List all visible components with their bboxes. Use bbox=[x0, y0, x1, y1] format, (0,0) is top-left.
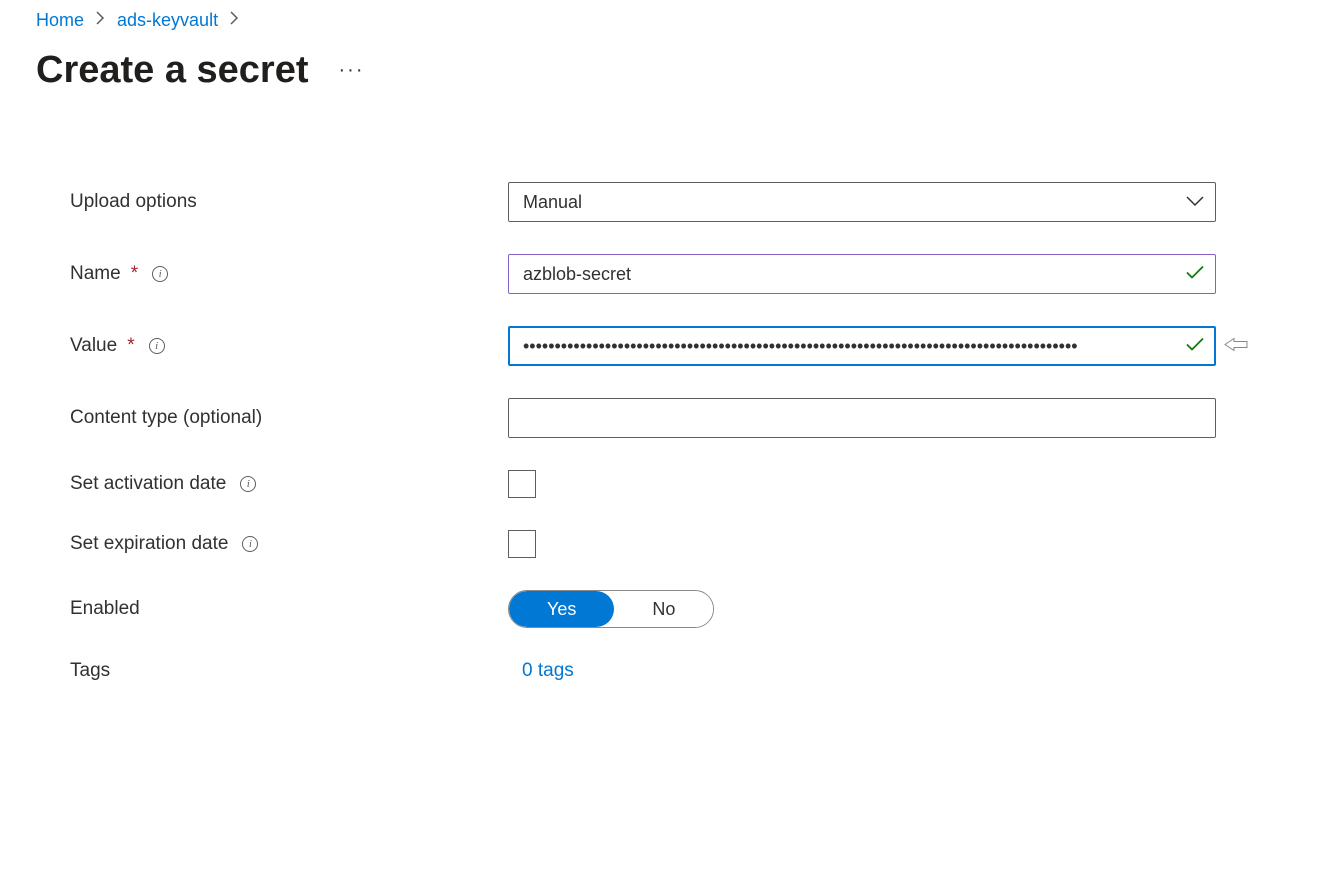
name-input[interactable] bbox=[508, 254, 1216, 294]
upload-options-control: Manual bbox=[508, 182, 1216, 222]
required-indicator: * bbox=[131, 263, 138, 285]
row-expiration: Set expiration date i bbox=[70, 530, 1256, 558]
tags-link[interactable]: 0 tags bbox=[508, 660, 574, 681]
required-indicator: * bbox=[127, 335, 134, 357]
row-name: Name * i bbox=[70, 254, 1256, 294]
row-tags: Tags 0 tags bbox=[70, 660, 1256, 682]
cursor-arrow-icon bbox=[1224, 336, 1248, 357]
label-upload-options: Upload options bbox=[70, 191, 508, 213]
enabled-no-button[interactable]: No bbox=[614, 591, 713, 627]
activation-control bbox=[508, 470, 536, 498]
row-activation: Set activation date i bbox=[70, 470, 1256, 498]
page-title-row: Create a secret ··· bbox=[36, 49, 1317, 92]
activation-checkbox[interactable] bbox=[508, 470, 536, 498]
chevron-right-icon bbox=[96, 11, 105, 30]
info-icon[interactable]: i bbox=[152, 266, 168, 282]
more-icon[interactable]: ··· bbox=[339, 59, 365, 82]
info-icon[interactable]: i bbox=[240, 476, 256, 492]
upload-options-value: Manual bbox=[523, 192, 582, 213]
row-upload-options: Upload options Manual bbox=[70, 182, 1256, 222]
label-tags: Tags bbox=[70, 660, 508, 682]
row-enabled: Enabled Yes No bbox=[70, 590, 1256, 628]
row-value: Value * i bbox=[70, 326, 1256, 366]
breadcrumb-home[interactable]: Home bbox=[36, 10, 84, 31]
info-icon[interactable]: i bbox=[149, 338, 165, 354]
info-icon[interactable]: i bbox=[242, 536, 258, 552]
upload-options-select[interactable]: Manual bbox=[508, 182, 1216, 222]
breadcrumb: Home ads-keyvault bbox=[36, 10, 1317, 31]
value-control bbox=[508, 326, 1216, 366]
label-value: Value * i bbox=[70, 335, 508, 357]
tags-control: 0 tags bbox=[508, 660, 574, 682]
label-name: Name * i bbox=[70, 263, 508, 285]
create-secret-form: Upload options Manual Name * i Value * i bbox=[36, 182, 1256, 682]
row-content-type: Content type (optional) bbox=[70, 398, 1256, 438]
breadcrumb-vault[interactable]: ads-keyvault bbox=[117, 10, 218, 31]
page-title: Create a secret bbox=[36, 49, 309, 92]
label-enabled: Enabled bbox=[70, 598, 508, 620]
label-activation: Set activation date i bbox=[70, 473, 508, 495]
chevron-right-icon bbox=[230, 11, 239, 30]
enabled-yes-button[interactable]: Yes bbox=[509, 591, 614, 627]
enabled-control: Yes No bbox=[508, 590, 714, 628]
content-type-control bbox=[508, 398, 1216, 438]
enabled-toggle: Yes No bbox=[508, 590, 714, 628]
label-expiration: Set expiration date i bbox=[70, 533, 508, 555]
expiration-control bbox=[508, 530, 536, 558]
name-control bbox=[508, 254, 1216, 294]
content-type-input[interactable] bbox=[508, 398, 1216, 438]
label-content-type: Content type (optional) bbox=[70, 407, 508, 429]
expiration-checkbox[interactable] bbox=[508, 530, 536, 558]
value-input[interactable] bbox=[508, 326, 1216, 366]
